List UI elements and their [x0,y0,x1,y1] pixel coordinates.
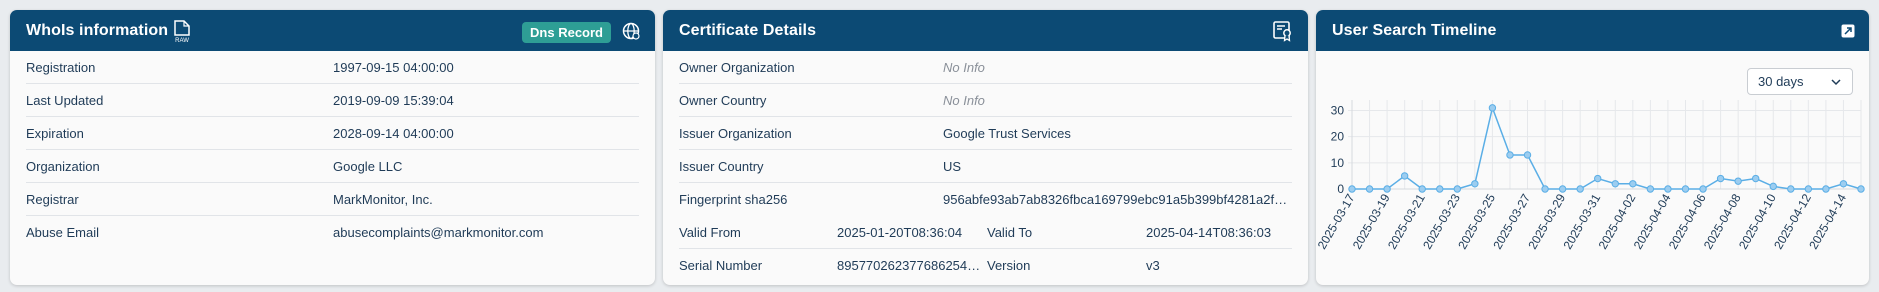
whois-header: WhoIs information RAW Dns Record [10,10,655,51]
data-point [1471,180,1479,188]
whois-row-label: Organization [26,158,100,174]
time-range-value: 30 days [1758,74,1804,89]
whois-card: WhoIs information RAW Dns Record Registr… [10,10,655,285]
version-value: v3 [1146,258,1160,273]
data-point [1646,185,1655,193]
data-point [1857,185,1865,193]
data-point [1506,151,1514,159]
y-tick-label: 20 [1331,130,1345,144]
data-point [1787,185,1795,193]
whois-row: Registrar MarkMonitor, Inc. [26,183,639,216]
serial-number-value: 8957702623776862542… [837,258,987,273]
timeline-card: User Search Timeline 30 days 0 10 20 30 2025… [1316,10,1869,285]
cert-validity-row: Valid From 2025-01-20T08:36:04 Valid To … [679,216,1292,249]
timeline-header: User Search Timeline [1316,10,1869,51]
certificate-card: Certificate Details Owner Organization No… [663,10,1308,285]
cert-row-value: No Info [943,59,985,75]
series-line [1352,105,1862,190]
whois-row-label: Expiration [26,125,84,141]
data-point [1523,151,1532,159]
whois-row-label: Abuse Email [26,225,99,240]
certificate-icon[interactable] [1272,20,1294,42]
cert-row-value: US [943,158,962,174]
serial-number-label: Serial Number [679,258,763,273]
y-tick-label: 30 [1331,103,1345,117]
raw-file-label: RAW [175,38,189,44]
version-label: Version [987,258,1031,273]
time-range-select[interactable]: 30 days [1747,68,1853,95]
y-tick-label: 10 [1331,156,1345,170]
data-point [1576,185,1584,193]
dns-record-button[interactable]: Dns Record [522,22,611,43]
data-point [1699,185,1707,193]
cert-row-value: No Info [943,92,985,108]
whois-table: Registration 1997-09-15 04:00:00 Last Upda… [10,51,655,249]
cert-row-label: Owner Country [679,92,767,108]
page: WhoIs information RAW Dns Record Registr… [0,0,1879,292]
data-point [1716,174,1725,183]
cert-row-value: Google Trust Services [943,125,1071,141]
data-point [1436,185,1444,193]
data-point [1541,185,1549,193]
cert-row-value: 956abfe93ab7ab8326fbca169799ebc91a5b399b… [943,192,1288,207]
data-point [1664,185,1672,193]
whois-row-label: Registrar [26,191,79,207]
certificate-header: Certificate Details [663,10,1308,51]
cert-row: Owner Organization No Info [679,51,1292,84]
cert-serial-row: Serial Number 8957702623776862542… Versi… [679,249,1292,282]
cert-row: Fingerprint sha256 956abfe93ab7ab8326fbca… [679,183,1292,216]
data-point [1365,185,1374,193]
data-point [1594,174,1602,183]
search-timeline-chart: 01020302025-03-172025-03-192025-03-21202… [1316,100,1865,252]
whois-row-value: 2028-09-14 04:00:00 [333,125,454,141]
whois-row: Abuse Email abusecomplaints@markmonitor.c… [26,216,639,249]
cert-row: Issuer Organization Google Trust Services [679,117,1292,150]
data-point [1734,177,1742,185]
data-point [1629,180,1637,188]
data-point [1804,185,1813,193]
whois-row: Expiration 2028-09-14 04:00:00 [26,117,639,150]
valid-from-label: Valid From [679,224,741,240]
data-point [1751,174,1760,183]
whois-row: Organization Google LLC [26,150,639,183]
whois-row-label: Last Updated [26,92,104,108]
data-point [1611,180,1619,188]
raw-file-icon[interactable]: RAW [172,19,192,44]
globe-icon[interactable] [622,22,640,40]
whois-row: Registration 1997-09-15 04:00:00 [26,51,639,84]
cert-row-label: Owner Organization [679,59,795,75]
valid-to-label: Valid To [987,224,1033,240]
data-point [1400,172,1409,180]
whois-row-label: Registration [26,59,96,75]
data-point [1769,182,1777,191]
whois-row-value: abusecomplaints@markmonitor.com [333,225,544,240]
data-point [1488,104,1497,112]
whois-row: Last Updated 2019-09-09 15:39:04 [26,84,639,117]
whois-title: WhoIs information [26,21,169,39]
whois-row-value: 2019-09-09 15:39:04 [333,92,454,108]
whois-row-value: Google LLC [333,158,403,174]
certificate-table: Owner Organization No Info Owner Country No… [663,51,1308,282]
cert-row-label: Issuer Country [679,158,764,174]
valid-from-value: 2025-01-20T08:36:04 [837,224,963,240]
data-point [1348,185,1356,193]
chevron-down-icon [1830,76,1842,88]
certificate-title: Certificate Details [679,21,817,39]
data-point [1453,185,1462,193]
whois-row-value: MarkMonitor, Inc. [333,191,433,207]
data-point [1558,185,1567,193]
data-point [1681,185,1690,193]
data-point [1839,180,1848,188]
valid-to-value: 2025-04-14T08:36:03 [1146,224,1272,240]
timeline-title: User Search Timeline [1332,21,1497,39]
cert-row: Owner Country No Info [679,84,1292,117]
data-point [1822,185,1830,193]
data-point [1383,185,1391,193]
expand-icon[interactable] [1841,24,1855,38]
cert-row-label: Fingerprint sha256 [679,192,788,207]
data-point [1418,185,1426,193]
whois-row-value: 1997-09-15 04:00:00 [333,59,454,75]
cert-row: Issuer Country US [679,150,1292,183]
cert-row-label: Issuer Organization [679,125,792,141]
